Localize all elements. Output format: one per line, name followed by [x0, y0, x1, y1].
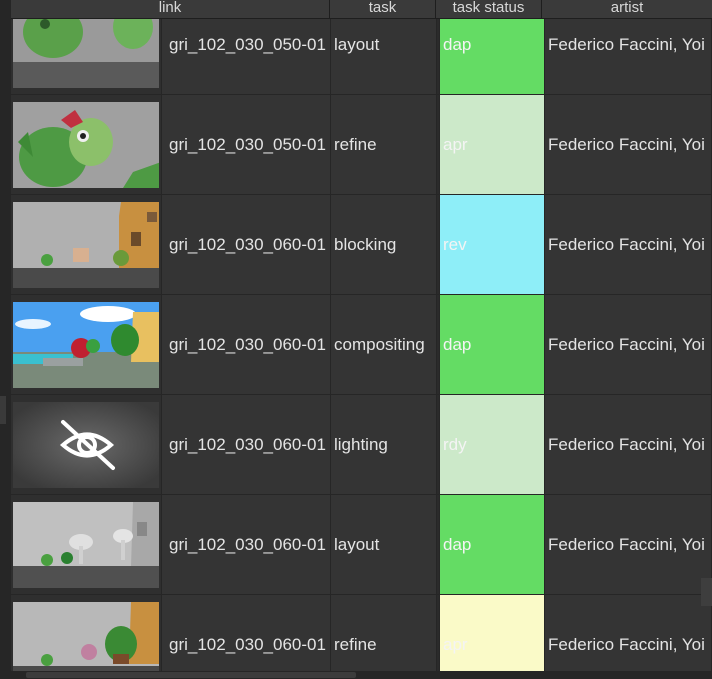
status-text: dap: [443, 34, 472, 54]
horizontal-scrollbar[interactable]: [0, 671, 712, 679]
table-row[interactable]: gri_102_030_060-01 lighting rdy Federico…: [11, 395, 712, 495]
task-cell[interactable]: layout: [331, 19, 437, 94]
artist-text: Federico Faccini, Yoi: [548, 534, 705, 554]
thumbnail-cell[interactable]: [11, 295, 162, 394]
link-cell[interactable]: gri_102_030_060-01: [162, 195, 331, 294]
status-text: apr: [443, 634, 468, 654]
link-text: gri_102_030_060-01: [169, 234, 326, 254]
task-text: lighting: [334, 434, 388, 454]
link-text: gri_102_030_060-01: [169, 434, 326, 454]
task-status-cell[interactable]: apr: [439, 595, 545, 671]
link-cell[interactable]: gri_102_030_050-01: [162, 95, 331, 194]
column-header-link[interactable]: link: [11, 0, 330, 18]
task-text: layout: [334, 34, 380, 54]
link-cell[interactable]: gri_102_030_060-01: [162, 495, 331, 594]
link-cell[interactable]: gri_102_030_060-01: [162, 595, 331, 671]
artist-text: Federico Faccini, Yoi: [548, 634, 705, 654]
status-text: rdy: [443, 434, 467, 454]
link-cell[interactable]: gri_102_030_060-01: [162, 295, 331, 394]
task-cell[interactable]: refine: [331, 95, 437, 194]
task-text: compositing: [334, 334, 425, 354]
status-text: rev: [443, 234, 467, 254]
artist-cell[interactable]: Federico Faccini, Yoi: [545, 19, 712, 94]
status-text: dap: [443, 534, 472, 554]
thumbnail-street-house: [13, 201, 159, 288]
task-text: blocking: [334, 234, 397, 254]
thumbnail-cell[interactable]: [11, 195, 162, 294]
artist-cell[interactable]: Federico Faccini, Yoi: [545, 95, 712, 194]
artist-text: Federico Faccini, Yoi: [548, 234, 705, 254]
task-status-cell[interactable]: rdy: [439, 395, 545, 494]
task-text: layout: [334, 534, 380, 554]
thumbnail-character-closeup: [13, 19, 159, 88]
table-body: gri_102_030_050-01 layout dap Federico F…: [11, 19, 712, 671]
thumbnail-cell[interactable]: [11, 495, 162, 594]
task-cell[interactable]: layout: [331, 495, 437, 594]
thumbnail-colored-street: [13, 301, 159, 388]
thumbnail-cell[interactable]: [11, 395, 162, 494]
thumbnail-grey-street: [13, 501, 159, 588]
artist-cell[interactable]: Federico Faccini, Yoi: [545, 495, 712, 594]
table-row[interactable]: gri_102_030_060-01 compositing dap Feder…: [11, 295, 712, 395]
link-text: gri_102_030_060-01: [169, 334, 326, 354]
table-row[interactable]: gri_102_030_060-01 refine apr Federico F…: [11, 595, 712, 671]
task-status-cell[interactable]: dap: [439, 495, 545, 594]
task-table-window: link task task status artist gri_102_030…: [0, 0, 712, 679]
link-text: gri_102_030_050-01: [169, 34, 326, 54]
artist-cell[interactable]: Federico Faccini, Yoi: [545, 195, 712, 294]
task-text: refine: [334, 134, 377, 154]
thumbnail-cell[interactable]: [11, 595, 162, 671]
task-status-cell[interactable]: apr: [439, 95, 545, 194]
row-track: gri_102_030_050-01 layout dap Federico F…: [11, 19, 712, 671]
column-header-task[interactable]: task: [330, 0, 436, 18]
task-cell[interactable]: lighting: [331, 395, 437, 494]
thumbnail-street-house-2: [13, 601, 159, 671]
task-text: refine: [334, 634, 377, 654]
thumbnail-cell[interactable]: [11, 95, 162, 194]
task-status-cell[interactable]: dap: [439, 19, 545, 94]
thumbnail-cell[interactable]: [11, 19, 162, 94]
gutter-marker: [0, 396, 6, 424]
artist-text: Federico Faccini, Yoi: [548, 334, 705, 354]
link-text: gri_102_030_050-01: [169, 134, 326, 154]
thumbnail-no-preview: [13, 401, 159, 488]
artist-cell[interactable]: Federico Faccini, Yoi: [545, 595, 712, 671]
status-text: apr: [443, 134, 468, 154]
task-cell[interactable]: blocking: [331, 195, 437, 294]
link-cell[interactable]: gri_102_030_060-01: [162, 395, 331, 494]
link-text: gri_102_030_060-01: [169, 534, 326, 554]
thumbnail-character-closeup-flower: [13, 101, 159, 188]
artist-cell[interactable]: Federico Faccini, Yoi: [545, 295, 712, 394]
link-cell[interactable]: gri_102_030_050-01: [162, 19, 331, 94]
task-status-cell[interactable]: dap: [439, 295, 545, 394]
table-header: link task task status artist: [11, 0, 712, 19]
artist-text: Federico Faccini, Yoi: [548, 134, 705, 154]
task-status-cell[interactable]: rev: [439, 195, 545, 294]
table-row[interactable]: gri_102_030_060-01 layout dap Federico F…: [11, 495, 712, 595]
status-text: dap: [443, 334, 472, 354]
artist-text: Federico Faccini, Yoi: [548, 434, 705, 454]
column-header-task-status[interactable]: task status: [436, 0, 542, 18]
table-row[interactable]: gri_102_030_060-01 blocking rev Federico…: [11, 195, 712, 295]
table-row[interactable]: gri_102_030_050-01 refine apr Federico F…: [11, 95, 712, 195]
vertical-scrollbar-handle[interactable]: [701, 578, 712, 606]
column-header-artist[interactable]: artist: [542, 0, 712, 18]
artist-cell[interactable]: Federico Faccini, Yoi: [545, 395, 712, 494]
link-text: gri_102_030_060-01: [169, 634, 326, 654]
task-cell[interactable]: compositing: [331, 295, 437, 394]
horizontal-scroll-thumb[interactable]: [26, 672, 356, 678]
task-cell[interactable]: refine: [331, 595, 437, 671]
table-row[interactable]: gri_102_030_050-01 layout dap Federico F…: [11, 19, 712, 95]
artist-text: Federico Faccini, Yoi: [548, 34, 705, 54]
